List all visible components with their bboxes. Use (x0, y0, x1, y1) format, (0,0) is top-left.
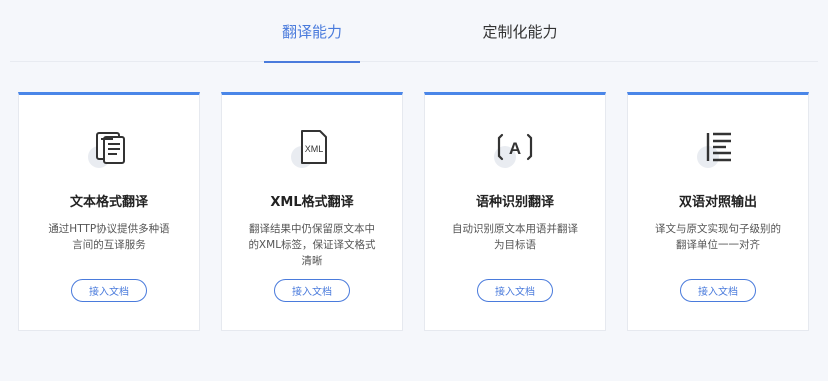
api-docs-button[interactable]: 接入文档 (274, 279, 350, 302)
card-description: 自动识别原文本用语并翻译 为目标语 (443, 221, 587, 253)
desc-line: 翻译单位一一对齐 (676, 239, 760, 251)
capabilities-page: 翻译能力 定制化能力 文本格式翻译 通过HTTP协议提供多种语 言间的互译服务 … (0, 0, 828, 381)
xml-file-icon: XML (288, 123, 336, 171)
tab-customization[interactable]: 定制化能力 (465, 0, 575, 62)
document-text-icon (85, 123, 133, 171)
api-docs-button[interactable]: 接入文档 (71, 279, 147, 302)
desc-line: 言间的互译服务 (72, 239, 146, 251)
card-title: 双语对照输出 (678, 195, 757, 210)
card-xml-format: XML XML格式翻译 翻译结果中仍保留原文本中 的XML标签，保证译文格式 清… (221, 92, 403, 331)
card-description: 译文与原文实现句子级别的 翻译单位一一对齐 (646, 221, 790, 253)
card-bilingual-output: 双语对照输出 译文与原文实现句子级别的 翻译单位一一对齐 接入文档 (627, 92, 809, 331)
desc-line: 清晰 (301, 255, 323, 267)
card-description: 翻译结果中仍保留原文本中 的XML标签，保证译文格式 清晰 (240, 221, 384, 269)
desc-line: 为目标语 (494, 239, 536, 251)
desc-line: 译文与原文实现句子级别的 (655, 223, 781, 235)
bilingual-align-icon (694, 123, 742, 171)
tab-bar: 翻译能力 定制化能力 (10, 0, 818, 63)
card-title: XML格式翻译 (270, 195, 354, 210)
card-language-detect: A 语种识别翻译 自动识别原文本用语并翻译 为目标语 接入文档 (424, 92, 606, 331)
a-letter-text: A (509, 139, 521, 158)
language-detect-icon: A (491, 123, 539, 171)
api-docs-button[interactable]: 接入文档 (477, 279, 553, 302)
card-description: 通过HTTP协议提供多种语 言间的互译服务 (37, 221, 181, 253)
api-docs-button[interactable]: 接入文档 (680, 279, 756, 302)
tab-translation[interactable]: 翻译能力 (264, 0, 360, 63)
card-text-format: 文本格式翻译 通过HTTP协议提供多种语 言间的互译服务 接入文档 (18, 92, 200, 331)
card-title: 文本格式翻译 (69, 195, 148, 210)
desc-line: 翻译结果中仍保留原文本中 (249, 223, 375, 235)
desc-line: 通过HTTP协议提供多种语 (48, 223, 170, 235)
card-title: 语种识别翻译 (475, 195, 554, 210)
desc-line: 的XML标签，保证译文格式 (248, 239, 376, 251)
xml-icon-text: XML (305, 144, 324, 154)
desc-line: 自动识别原文本用语并翻译 (452, 223, 578, 235)
